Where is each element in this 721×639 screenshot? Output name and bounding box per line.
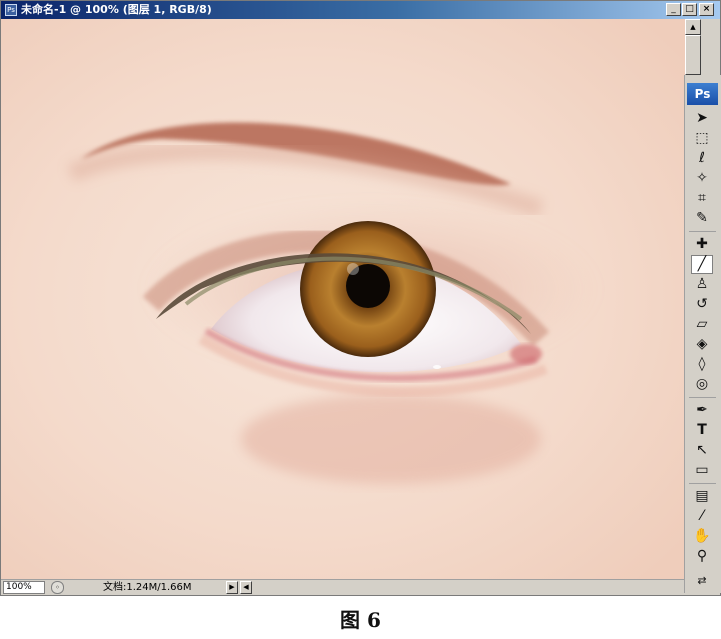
minimize-button[interactable]: _ [666,3,681,16]
eye-painting [1,19,685,579]
pen-tool-icon[interactable]: ✒ [691,401,713,420]
figure-caption: 图 6 [340,608,381,632]
scroll-up-arrow[interactable]: ▲ [685,19,701,35]
path-selection-tool-icon[interactable]: ↖ [691,441,713,460]
close-button[interactable]: × [699,3,714,16]
brush-tool-icon[interactable]: ╱ [691,255,713,274]
magic-wand-tool-icon[interactable]: ✧ [691,169,713,188]
slice-tool-icon[interactable]: ✎ [691,209,713,228]
status-menu-icon[interactable]: ◦ [51,581,64,594]
healing-brush-tool-icon[interactable]: ✚ [691,235,713,254]
type-tool-icon[interactable]: T [691,421,713,440]
document-canvas[interactable] [1,19,685,579]
swap-colors-icon[interactable]: ⇄ [691,571,713,590]
dodge-tool-icon[interactable]: ◎ [691,375,713,394]
scroll-left-arrow[interactable]: ◀ [240,581,252,594]
tool-separator [689,483,716,484]
notes-tool-icon[interactable]: ▤ [691,487,713,506]
tool-separator [689,231,716,232]
tools-palette: Ps ➤ ⬚ ℓ ✧ ⌗ ✎ ✚ ╱ ♙ ↺ ▱ ◈ ◊ ◎ ✒ T ↖ ▭ ▤… [684,75,721,593]
hand-tool-icon[interactable]: ✋ [691,527,713,546]
zoom-field[interactable]: 100% [3,581,45,594]
window-title: 未命名-1 @ 100% (图层 1, RGB/8) [21,3,212,16]
paint-bucket-tool-icon[interactable]: ◈ [691,335,713,354]
marquee-tool-icon[interactable]: ⬚ [691,129,713,148]
title-bar[interactable]: Ps 未命名-1 @ 100% (图层 1, RGB/8) _ □ × [1,1,720,19]
crop-tool-icon[interactable]: ⌗ [691,189,713,208]
blur-tool-icon[interactable]: ◊ [691,355,713,374]
eyedropper-tool-icon[interactable]: ⁄ [691,507,713,526]
document-size-info: 文档:1.24M/1.66M [103,582,192,593]
maximize-button[interactable]: □ [682,3,697,16]
document-icon: Ps [5,4,17,16]
eraser-tool-icon[interactable]: ▱ [691,315,713,334]
move-tool-icon[interactable]: ➤ [691,109,713,128]
tool-separator [689,397,716,398]
clone-stamp-tool-icon[interactable]: ♙ [691,275,713,294]
lasso-tool-icon[interactable]: ℓ [691,149,713,168]
status-bar: 100% ◦ 文档:1.24M/1.66M ▶ ◀ [1,579,720,595]
shape-tool-icon[interactable]: ▭ [691,461,713,480]
status-menu-arrow[interactable]: ▶ [226,581,238,594]
history-brush-tool-icon[interactable]: ↺ [691,295,713,314]
ps-logo[interactable]: Ps [687,83,718,105]
scrollbar-thumb[interactable] [685,35,701,75]
photoshop-document-window: Ps 未命名-1 @ 100% (图层 1, RGB/8) _ □ × ▲ 10… [0,0,721,596]
zoom-tool-icon[interactable]: ⚲ [691,547,713,566]
